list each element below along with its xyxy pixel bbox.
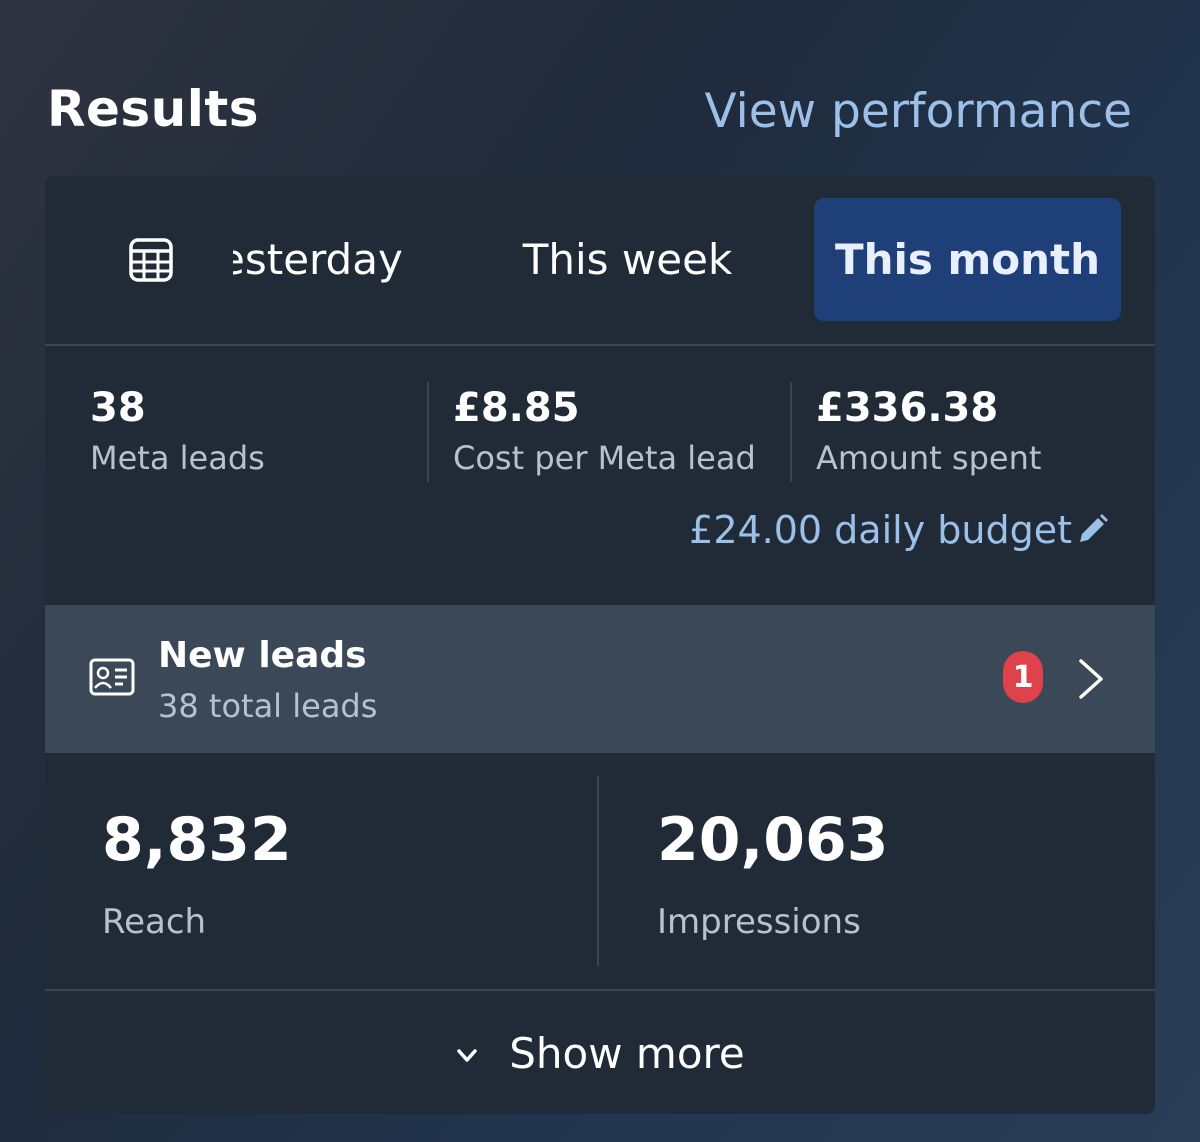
tab-yesterday-label: esterday <box>233 235 403 284</box>
metric-amount-spent: £336.38 Amount spent <box>816 382 1041 482</box>
metric-label: Meta leads <box>90 439 265 477</box>
stat-value: 20,063 <box>657 805 889 875</box>
page-title: Results <box>47 80 260 138</box>
tab-this-month[interactable]: This month <box>814 198 1121 321</box>
summary-metrics: 38 Meta leads £8.85 Cost per Meta lead £… <box>45 346 1155 604</box>
metric-value: £8.85 <box>453 385 580 431</box>
stat-label: Impressions <box>657 902 861 942</box>
divider <box>427 382 429 482</box>
notification-badge: 1 <box>1003 651 1043 703</box>
chevron-down-icon <box>457 1048 477 1062</box>
date-range-tabs: esterday This week This month <box>45 176 1155 346</box>
metric-label: Cost per Meta lead <box>453 439 756 477</box>
divider <box>790 382 792 482</box>
contact-card-icon <box>89 658 135 696</box>
stat-reach: 8,832 Reach <box>102 804 292 942</box>
stat-value: 8,832 <box>102 805 292 875</box>
tab-yesterday[interactable]: esterday <box>233 198 443 321</box>
metric-value: £336.38 <box>816 385 999 431</box>
daily-budget-link[interactable]: £24.00 daily budget <box>689 508 1110 552</box>
chevron-right-icon[interactable] <box>1077 657 1105 701</box>
new-leads-title: New leads <box>158 635 367 676</box>
show-more-label: Show more <box>509 1029 745 1078</box>
new-leads-row[interactable]: New leads 38 total leads 1 <box>45 605 1155 753</box>
pencil-icon <box>1080 514 1108 542</box>
results-card: esterday This week This month 38 Meta le… <box>45 176 1155 1114</box>
tab-this-week[interactable]: This week <box>505 198 750 321</box>
divider <box>597 776 599 966</box>
metric-cost-per-lead: £8.85 Cost per Meta lead <box>453 382 756 482</box>
table-icon[interactable] <box>129 238 173 282</box>
metric-label: Amount spent <box>816 439 1042 477</box>
stat-label: Reach <box>102 902 207 942</box>
stat-impressions: 20,063 Impressions <box>657 804 889 942</box>
show-more-button[interactable]: Show more <box>45 989 1155 1114</box>
metric-value: 38 <box>90 385 146 431</box>
view-performance-link[interactable]: View performance <box>705 84 1132 139</box>
total-leads-label: 38 total leads <box>158 687 378 725</box>
reach-impressions: 8,832 Reach 20,063 Impressions <box>45 754 1155 989</box>
results-header: Results View performance <box>0 0 1200 175</box>
metric-meta-leads: 38 Meta leads <box>90 382 265 482</box>
daily-budget-label: £24.00 daily budget <box>689 508 1072 552</box>
